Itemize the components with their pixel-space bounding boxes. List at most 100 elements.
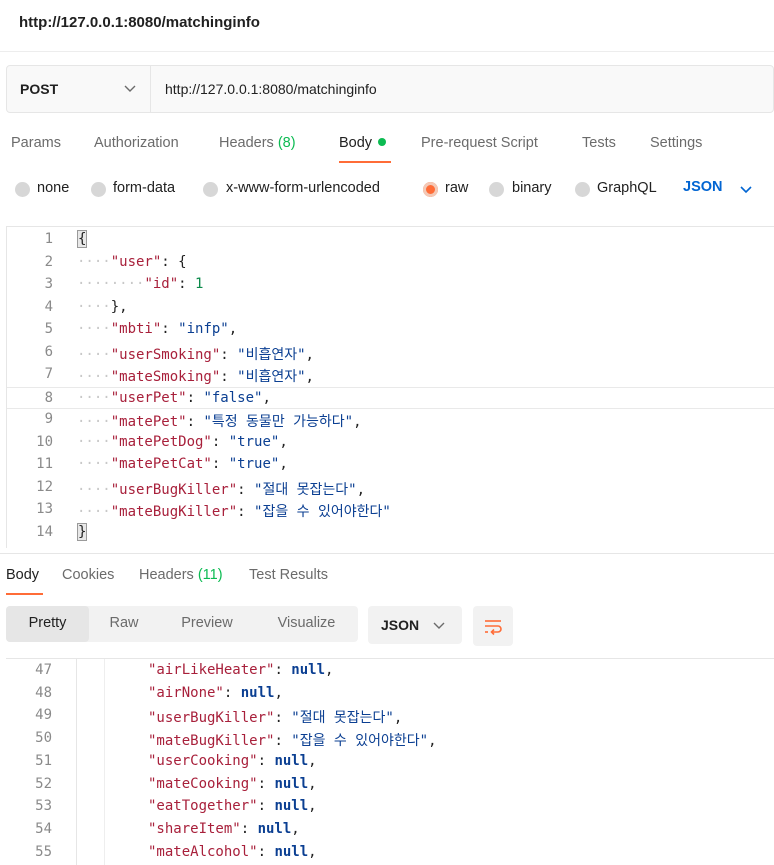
radio-raw[interactable] [423,182,438,197]
tab-cookies[interactable]: Cookies [62,567,114,583]
code-line[interactable]: 7 ····"mateSmoking": "비흡연자", [7,364,774,387]
json-string: "잡을 수 있어야한다" [254,504,391,520]
code-line[interactable]: 14} [7,522,774,545]
request-body-editor[interactable]: 1{2 ····"user": {3 ········"id": 1 4 ····}, 5… [6,226,774,548]
radio-binary-label[interactable]: binary [512,180,552,196]
whitespace-marker: ···· [77,504,111,520]
json-string: "특정 동물만 가능하다" [203,414,354,430]
tab-response-headers[interactable]: Headers (11) [139,567,223,583]
response-text: "shareItem": null, [148,821,300,837]
json-key: "userBugKiller" [110,481,238,498]
line-number: 9 [44,411,53,427]
pane-divider[interactable] [0,553,774,554]
code-text: ····"mateSmoking": "비흡연자", [77,366,314,386]
json-key: "userCooking" [148,752,258,769]
response-line: 49 "userBugKiller": "절대 못잡는다", [6,705,774,728]
headers-count-badge: (8) [277,135,296,151]
tab-test-results[interactable]: Test Results [249,567,328,583]
tab-response-body[interactable]: Body [6,567,39,583]
json-number: 1 [195,276,204,292]
response-line: 47 "airLikeHeater": null, [6,660,774,683]
wrap-lines-button[interactable] [473,606,513,646]
json-punctuation: : [274,733,292,750]
view-raw[interactable]: Raw [89,606,159,642]
whitespace-marker: ···· [77,346,111,363]
radio-binary[interactable] [489,182,504,197]
tab-authorization[interactable]: Authorization [94,135,179,151]
code-line[interactable]: 5 ····"mbti": "infp", [7,319,774,342]
radio-none-label[interactable]: none [37,180,69,196]
response-view-toggle: Pretty Raw Preview Visualize [6,606,358,642]
body-language-select[interactable]: JSON [683,179,723,195]
method-select[interactable]: POST [7,66,151,112]
chevron-down-icon [124,85,136,92]
tab-body-label: Body [339,135,373,151]
response-line: 53 "eatTogether": null, [6,796,774,819]
json-key: "mateBugKiller" [110,504,238,520]
code-text: ····"matePetCat": "true", [77,456,288,472]
body-type-selector: none form-data x-www-form-urlencoded raw… [0,176,774,204]
code-text: ····"matePet": "특정 동물만 가능하다", [77,411,362,431]
response-text: "mateCooking": null, [148,776,317,792]
url-input[interactable]: http://127.0.0.1:8080/matchinginfo [165,81,377,97]
response-line: 52 "mateCooking": null, [6,774,774,797]
json-punctuation: , [279,433,288,450]
radio-form-data-label[interactable]: form-data [113,180,175,196]
code-line[interactable]: 3 ········"id": 1 [7,274,774,297]
tab-prerequest-script[interactable]: Pre-request Script [421,135,538,151]
line-number: 49 [35,707,52,724]
radio-raw-label[interactable]: raw [445,180,468,196]
radio-urlencoded-label[interactable]: x-www-form-urlencoded [226,180,380,196]
whitespace-marker: ········ [77,276,145,292]
view-visualize[interactable]: Visualize [255,606,358,642]
code-line[interactable]: 2 ····"user": { [7,252,774,275]
radio-graphql[interactable] [575,182,590,197]
code-line[interactable]: 8 ····"userPet": "false", [7,386,774,409]
request-title-bar: http://127.0.0.1:8080/matchinginfo [0,0,774,52]
code-text: ····"userBugKiller": "절대 못잡는다", [77,479,365,499]
response-text: "mateAlcohol": null, [148,844,317,860]
line-number: 47 [35,662,52,678]
whitespace-marker: ···· [77,389,111,406]
json-value: "잡을 수 있어야한다" [291,733,429,750]
json-key: "mateSmoking" [110,369,221,385]
json-key: "matePet" [110,414,187,430]
response-body-viewer[interactable]: 47 "airLikeHeater": null, 48 "airNone": nul… [6,658,774,865]
code-line[interactable]: 1{ [7,229,774,252]
tab-headers-label: Headers [219,135,274,151]
tab-tests[interactable]: Tests [582,135,616,151]
json-key: "mateCooking" [148,775,258,792]
tab-body[interactable]: Body [339,135,387,151]
request-title[interactable]: http://127.0.0.1:8080/matchinginfo [19,14,260,31]
json-punctuation: , [305,369,314,385]
radio-form-data[interactable] [91,182,106,197]
response-format-select[interactable]: JSON [368,606,462,644]
radio-graphql-label[interactable]: GraphQL [597,180,657,196]
json-punctuation: : [211,456,229,472]
tab-settings[interactable]: Settings [650,135,702,151]
json-key: "matePetCat" [110,456,212,472]
line-number: 12 [36,478,53,495]
line-number: 14 [36,523,53,540]
code-line[interactable]: 9 ····"matePet": "특정 동물만 가능하다", [7,409,774,432]
code-line[interactable]: 10 ····"matePetDog": "true", [7,432,774,455]
code-line[interactable]: 4 ····}, [7,297,774,320]
code-line[interactable]: 6 ····"userSmoking": "비흡연자", [7,342,774,365]
view-preview[interactable]: Preview [159,606,255,642]
radio-none[interactable] [15,182,30,197]
tab-params[interactable]: Params [11,135,61,151]
json-punctuation: : [274,710,292,727]
code-text: } [77,522,88,541]
code-line[interactable]: 13 ····"mateBugKiller": "잡을 수 있어야한다" [7,499,774,522]
code-line[interactable]: 11 ····"matePetCat": "true", [7,454,774,477]
json-punctuation: }, [110,298,128,315]
tab-headers[interactable]: Headers (8) [219,135,296,151]
whitespace-marker: ···· [77,369,111,385]
radio-urlencoded[interactable] [203,182,218,197]
code-line[interactable]: 12 ····"userBugKiller": "절대 못잡는다", [7,477,774,500]
json-key: "airNone" [148,684,224,701]
code-text: ····"mbti": "infp", [77,321,237,337]
response-text: "userBugKiller": "절대 못잡는다", [148,707,402,727]
view-pretty[interactable]: Pretty [6,606,89,642]
whitespace-marker: ···· [77,481,111,498]
